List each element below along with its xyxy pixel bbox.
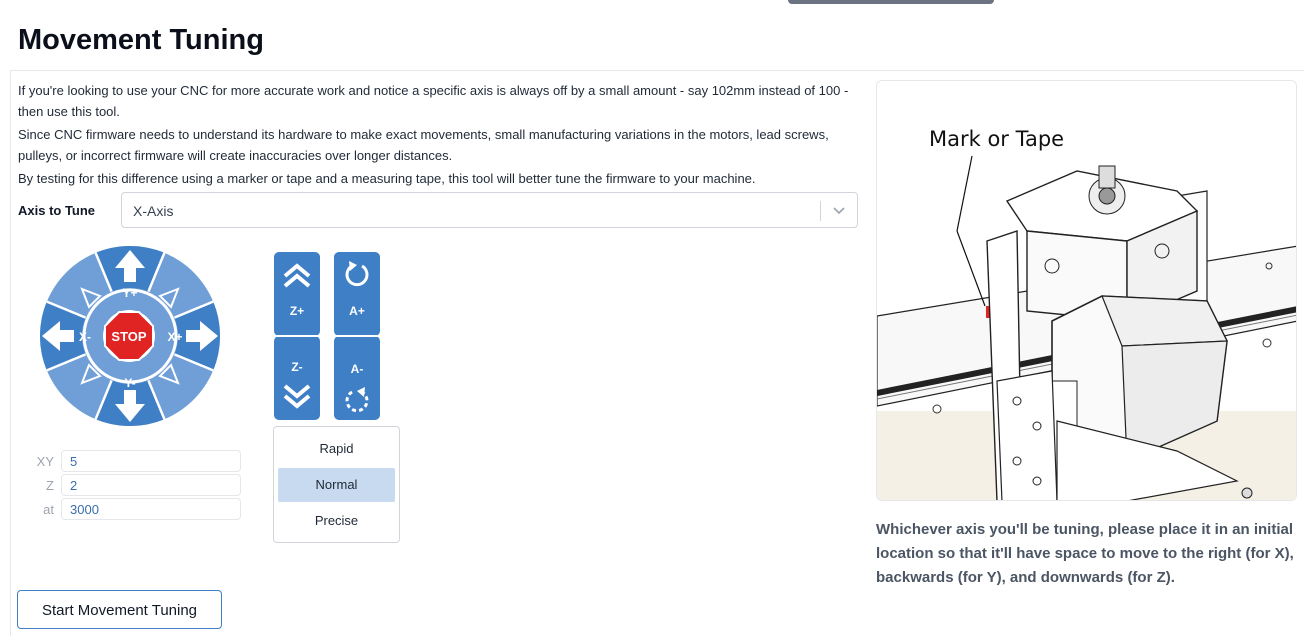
xy-step-input[interactable]: 5 xyxy=(61,450,241,472)
speed-selector: Rapid Normal Precise xyxy=(273,426,400,543)
jog-control: Y+ Y- X- X+ STOP xyxy=(39,245,221,427)
machine-illustration: Mark or Tape xyxy=(876,80,1297,501)
chevron-down-icon[interactable] xyxy=(829,202,849,220)
feed-rate-input[interactable]: 3000 xyxy=(61,498,241,520)
z-button-divider xyxy=(274,335,320,337)
feed-rate-label: at xyxy=(43,502,54,517)
z-minus-label: Z- xyxy=(291,360,303,374)
y-minus-label: Y- xyxy=(124,376,135,390)
title-divider xyxy=(10,70,1304,71)
cnc-gantry-drawing: Mark or Tape xyxy=(877,127,1296,500)
double-chevron-down-icon xyxy=(283,384,311,409)
z-minus-button[interactable]: Z- xyxy=(274,336,320,420)
description-paragraph-3: By testing for this difference using a m… xyxy=(18,171,756,186)
double-chevron-up-icon xyxy=(283,263,311,288)
a-plus-label: A+ xyxy=(349,304,365,318)
description-paragraph-2: Since CNC firmware needs to understand i… xyxy=(18,127,829,163)
illustration-label: Mark or Tape xyxy=(929,127,1064,151)
z-step-label: Z xyxy=(46,478,54,493)
y-plus-label: Y+ xyxy=(122,286,137,300)
a-plus-button[interactable]: A+ xyxy=(334,252,380,336)
speed-option-normal[interactable]: Normal xyxy=(278,468,395,502)
x-minus-label: X- xyxy=(79,330,91,344)
z-step-input[interactable]: 2 xyxy=(61,474,241,496)
a-button-divider xyxy=(334,335,380,337)
speed-option-rapid[interactable]: Rapid xyxy=(278,432,395,466)
z-plus-button[interactable]: Z+ xyxy=(274,252,320,336)
page-title: Movement Tuning xyxy=(18,24,264,56)
top-tab-indicator xyxy=(788,0,994,4)
a-minus-button[interactable]: A- xyxy=(334,336,380,420)
z-plus-label: Z+ xyxy=(289,304,305,318)
rotate-ccw-dashed-icon xyxy=(345,387,369,413)
stop-button[interactable]: STOP xyxy=(103,310,155,362)
axis-to-tune-label: Axis to Tune xyxy=(18,203,96,218)
start-movement-tuning-button[interactable]: Start Movement Tuning xyxy=(17,590,222,629)
description-paragraph-1: If you're looking to use your CNC for mo… xyxy=(18,83,849,119)
x-plus-label: X+ xyxy=(167,330,182,344)
axis-select-value: X-Axis xyxy=(133,203,174,219)
speed-option-precise[interactable]: Precise xyxy=(278,504,395,538)
instruction-caption: Whichever axis you'll be tuning, please … xyxy=(876,521,1294,586)
rotate-cw-icon xyxy=(345,261,369,287)
stop-label: STOP xyxy=(111,329,146,344)
xy-step-label: XY xyxy=(36,454,54,469)
axis-select[interactable]: X-Axis xyxy=(121,192,858,228)
axis-select-separator xyxy=(820,201,821,221)
a-minus-label: A- xyxy=(350,362,364,376)
left-border xyxy=(10,70,11,636)
